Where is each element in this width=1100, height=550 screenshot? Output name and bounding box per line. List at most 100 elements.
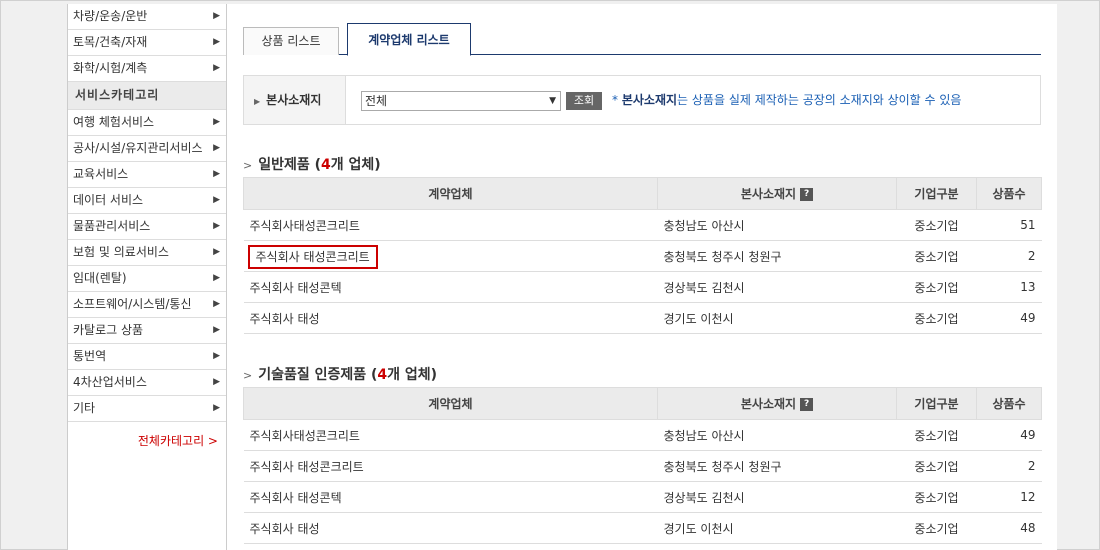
sidebar-item-label: 통번역	[73, 349, 107, 363]
sidebar-item-label: 임대(렌탈)	[73, 271, 127, 285]
triangle-right-icon: ▶	[213, 247, 220, 257]
sidebar-item-translation[interactable]: 통번역 ▶	[68, 344, 226, 370]
column-header-company: 계약업체	[243, 387, 658, 420]
company-link[interactable]: 주식회사 태성콘텍	[243, 481, 658, 513]
sidebar-item-other[interactable]: 기타 ▶	[68, 396, 226, 422]
table-row: 주식회사 태성콘크리트 충청북도 청주시 청원구 중소기업 2	[243, 450, 1042, 482]
column-header-location: 본사소재지?	[657, 387, 897, 420]
highlighted-company-link[interactable]: 주식회사 태성콘크리트	[247, 244, 378, 269]
column-header-type: 기업구분	[896, 387, 977, 420]
location-cell: 충청북도 청주시 청원구	[657, 450, 897, 482]
company-link[interactable]: 주식회사 태성콘크리트	[243, 450, 658, 482]
certified-table: 계약업체 본사소재지? 기업구분 상품수 주식회사태성콘크리트 충청남도 아산시…	[243, 387, 1042, 544]
sidebar-item-education[interactable]: 교육서비스 ▶	[68, 162, 226, 188]
general-table: 계약업체 본사소재지? 기업구분 상품수 주식회사태성콘크리트 충청남도 아산시…	[243, 177, 1042, 334]
triangle-right-icon: ▶	[254, 97, 261, 106]
type-cell: 중소기업	[896, 450, 977, 482]
count-cell: 51	[976, 209, 1042, 241]
sidebar-item-industry4[interactable]: 4차산업서비스 ▶	[68, 370, 226, 396]
location-cell: 경기도 이천시	[657, 302, 897, 334]
triangle-right-icon: ▶	[213, 63, 220, 73]
location-note: * 본사소재지는 상품을 실제 제작하는 공장의 소재지와 상이할 수 있음	[612, 93, 962, 107]
sidebar-item-label: 카탈로그 상품	[73, 323, 144, 337]
sidebar-item-insurance[interactable]: 보험 및 의료서비스 ▶	[68, 240, 226, 266]
location-cell: 경상북도 김천시	[657, 481, 897, 513]
category-sidebar: 차량/운송/운반 ▶ 토목/건축/자재 ▶ 화학/시험/계측 ▶ 서비스카테고리 여행…	[67, 4, 227, 550]
sidebar-item-label: 차량/운송/운반	[73, 9, 148, 23]
table-row: 주식회사태성콘크리트 충청남도 아산시 중소기업 49	[243, 419, 1042, 451]
triangle-right-icon: ▶	[213, 221, 220, 231]
table-header-row: 계약업체 본사소재지? 기업구분 상품수	[243, 177, 1042, 210]
triangle-right-icon: ▶	[213, 299, 220, 309]
type-cell: 중소기업	[896, 419, 977, 451]
sidebar-item-civil[interactable]: 토목/건축/자재 ▶	[68, 30, 226, 56]
table-row: 주식회사 태성콘텍 경상북도 김천시 중소기업 12	[243, 481, 1042, 513]
table-row: 주식회사 태성 경기도 이천시 중소기업 48	[243, 512, 1042, 544]
question-mark-icon[interactable]: ?	[800, 188, 814, 201]
sidebar-item-rental[interactable]: 임대(렌탈) ▶	[68, 266, 226, 292]
chevron-down-icon: ▼	[549, 96, 556, 106]
triangle-right-icon: ▶	[213, 37, 220, 47]
location-select[interactable]: 전체 ▼	[361, 91, 561, 111]
service-category-heading: 서비스카테고리	[68, 82, 226, 110]
type-cell: 중소기업	[896, 481, 977, 513]
triangle-right-icon: ▶	[213, 117, 220, 127]
sidebar-item-vehicle[interactable]: 차량/운송/운반 ▶	[68, 4, 226, 30]
sidebar-item-label: 보험 및 의료서비스	[73, 245, 169, 259]
triangle-right-icon: ▶	[213, 403, 220, 413]
type-cell: 중소기업	[896, 512, 977, 544]
sidebar-item-label: 데이터 서비스	[73, 193, 144, 207]
sidebar-item-label: 기타	[73, 401, 96, 415]
sidebar-item-label: 공사/시설/유지관리서비스	[73, 141, 203, 155]
count-cell: 2	[976, 240, 1042, 272]
count-cell: 49	[976, 419, 1042, 451]
column-header-company: 계약업체	[243, 177, 658, 210]
chevron-right-icon: >	[243, 369, 253, 382]
sidebar-item-software[interactable]: 소프트웨어/시스템/통신 ▶	[68, 292, 226, 318]
sidebar-item-construction-service[interactable]: 공사/시설/유지관리서비스 ▶	[68, 136, 226, 162]
tab-product-list[interactable]: 상품 리스트	[243, 27, 339, 55]
triangle-right-icon: ▶	[213, 195, 220, 205]
column-header-count: 상품수	[976, 387, 1042, 420]
triangle-right-icon: ▶	[213, 351, 220, 361]
tab-contractor-list[interactable]: 계약업체 리스트	[347, 23, 471, 56]
question-mark-icon[interactable]: ?	[800, 398, 814, 411]
sidebar-item-travel[interactable]: 여행 체험서비스 ▶	[68, 110, 226, 136]
tab-bar: 상품 리스트 계약업체 리스트	[243, 23, 1041, 56]
count-cell: 12	[976, 481, 1042, 513]
location-filter: ▶ 본사소재지 전체 ▼ 조회 * 본사소재지는 상품을 실제 제작하는 공장의 소…	[243, 75, 1041, 125]
sidebar-item-chemical[interactable]: 화학/시험/계측 ▶	[68, 56, 226, 82]
table-row: 주식회사 태성 경기도 이천시 중소기업 49	[243, 302, 1042, 334]
sidebar-item-label: 화학/시험/계측	[73, 61, 148, 75]
type-cell: 중소기업	[896, 240, 977, 272]
certified-section-title: > 기술품질 인증제품 (4개 업체)	[243, 367, 438, 383]
all-categories-link[interactable]: 전체카테고리 >	[68, 432, 226, 449]
company-link[interactable]: 주식회사태성콘크리트	[243, 209, 658, 241]
company-link[interactable]: 주식회사 태성콘텍	[243, 271, 658, 303]
filter-label: ▶ 본사소재지	[244, 76, 346, 124]
sidebar-item-label: 여행 체험서비스	[73, 115, 155, 129]
company-cell: 주식회사 태성콘크리트	[243, 240, 658, 272]
location-cell: 경기도 이천시	[657, 512, 897, 544]
sidebar-item-label: 소프트웨어/시스템/통신	[73, 297, 192, 311]
chevron-right-icon: >	[243, 159, 253, 172]
search-button[interactable]: 조회	[566, 92, 602, 110]
table-row: 주식회사태성콘크리트 충청남도 아산시 중소기업 51	[243, 209, 1042, 241]
count-cell: 13	[976, 271, 1042, 303]
column-header-type: 기업구분	[896, 177, 977, 210]
company-link[interactable]: 주식회사태성콘크리트	[243, 419, 658, 451]
company-link[interactable]: 주식회사 태성	[243, 512, 658, 544]
sidebar-item-data[interactable]: 데이터 서비스 ▶	[68, 188, 226, 214]
table-row: 주식회사 태성콘크리트 충청북도 청주시 청원구 중소기업 2	[243, 240, 1042, 272]
triangle-right-icon: ▶	[213, 169, 220, 179]
location-cell: 경상북도 김천시	[657, 271, 897, 303]
sidebar-item-catalog[interactable]: 카탈로그 상품 ▶	[68, 318, 226, 344]
triangle-right-icon: ▶	[213, 11, 220, 21]
company-link[interactable]: 주식회사 태성	[243, 302, 658, 334]
column-header-location: 본사소재지?	[657, 177, 897, 210]
triangle-right-icon: ▶	[213, 273, 220, 283]
location-cell: 충청북도 청주시 청원구	[657, 240, 897, 272]
sidebar-item-goods-management[interactable]: 물품관리서비스 ▶	[68, 214, 226, 240]
sidebar-item-label: 토목/건축/자재	[73, 35, 148, 49]
table-row: 주식회사 태성콘텍 경상북도 김천시 중소기업 13	[243, 271, 1042, 303]
